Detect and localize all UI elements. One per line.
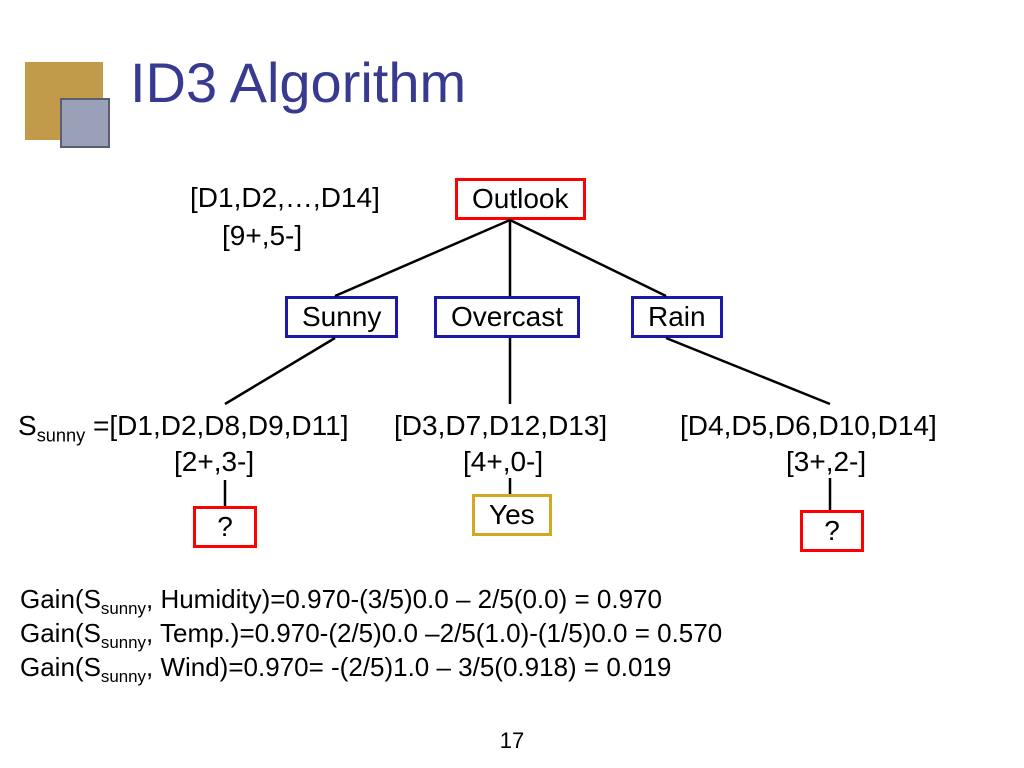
slide-title: ID3 Algorithm (130, 50, 466, 115)
root-data-list: [D1,D2,…,D14] (190, 180, 380, 215)
node-outlook: Outlook (455, 178, 586, 220)
node-sunny: Sunny (285, 296, 398, 338)
leaf-overcast-list: [D3,D7,D12,D13] (394, 408, 607, 443)
leaf-sunny-counts: [2+,3-] (174, 444, 254, 479)
gain-temp: Gain(Ssunny, Temp.)=0.970-(2/5)0.0 –2/5(… (20, 616, 722, 655)
result-sunny: ? (193, 506, 257, 548)
node-rain: Rain (631, 296, 723, 338)
gain-humidity: Gain(Ssunny, Humidity)=0.970-(3/5)0.0 – … (20, 582, 662, 621)
root-data-counts: [9+,5-] (222, 218, 302, 253)
result-overcast: Yes (472, 494, 552, 536)
page-number: 17 (0, 728, 1024, 754)
result-rain: ? (800, 510, 864, 552)
leaf-rain-counts: [3+,2-] (786, 444, 866, 479)
leaf-overcast-counts: [4+,0-] (463, 444, 543, 479)
corner-decoration-inner (60, 98, 110, 148)
node-overcast: Overcast (434, 296, 580, 338)
gain-wind: Gain(Ssunny, Wind)=0.970= -(2/5)1.0 – 3/… (20, 650, 671, 689)
leaf-sunny-list: Ssunny =[D1,D2,D8,D9,D11] (18, 408, 349, 447)
leaf-rain-list: [D4,D5,D6,D10,D14] (680, 408, 937, 443)
